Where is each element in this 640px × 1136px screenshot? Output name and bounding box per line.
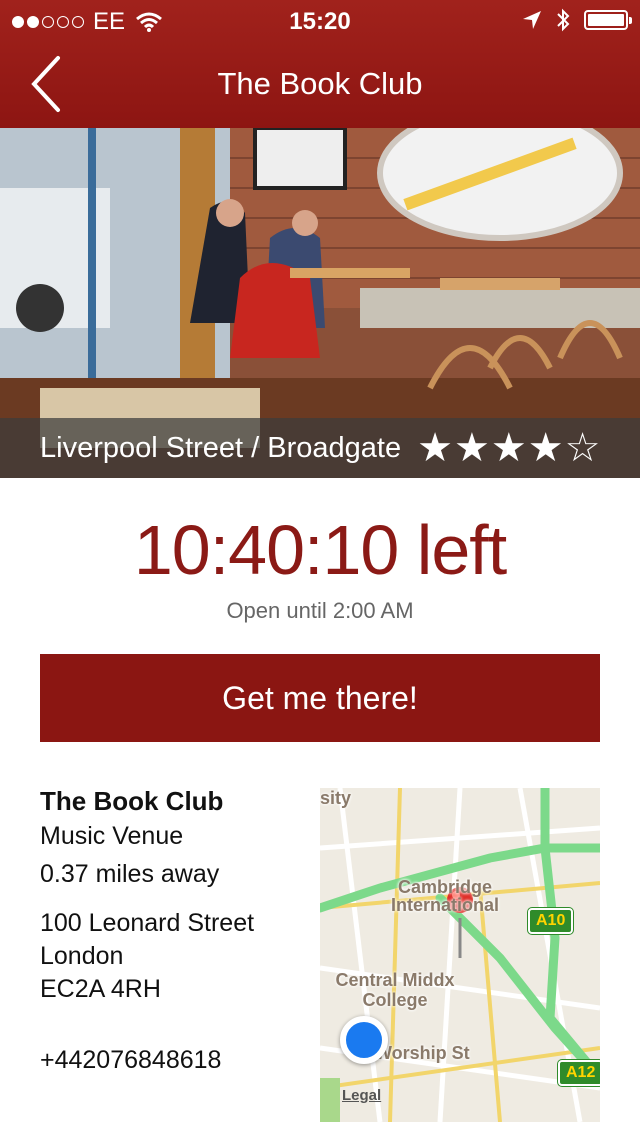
venue-map[interactable]: sity Cambridge International Central Mid… (320, 788, 600, 1122)
venue-area: Liverpool Street / Broadgate (40, 431, 402, 464)
address-line: 100 Leonard Street (40, 909, 255, 937)
status-right (522, 8, 632, 32)
map-label-sity: sity (320, 788, 352, 808)
bluetooth-icon (557, 8, 570, 32)
map-label-worship: Worship St (375, 1043, 470, 1063)
venue-name: The Book Club (40, 786, 224, 816)
map-label-cambridge: Cambridge International (390, 877, 499, 915)
user-location-dot (340, 1016, 388, 1064)
venue-info: The Book Club Music Venue 0.37 miles awa… (40, 785, 300, 1077)
address-line: London (40, 942, 124, 970)
rating-stars: ★ ★ ★ ★ ☆ (417, 425, 601, 471)
hero-caption-bar: Liverpool Street / Broadgate ★ ★ ★ ★ ☆ (0, 418, 640, 478)
star-filled-icon: ★ (527, 426, 565, 470)
star-filled-icon: ★ (490, 426, 528, 470)
venue-address: 100 Leonard Street London EC2A 4RH (40, 907, 300, 1006)
open-until: Open until 2:00 AM (226, 598, 414, 623)
get-me-there-button[interactable]: Get me there! (40, 654, 600, 742)
venue-phone-link[interactable]: +442076848618 (40, 1044, 300, 1077)
star-empty-icon: ☆ (564, 426, 602, 470)
page-title: The Book Club (217, 66, 423, 101)
address-line: EC2A 4RH (40, 975, 161, 1003)
venue-photo: Liverpool Street / Broadgate ★ ★ ★ ★ ☆ (0, 128, 640, 478)
star-filled-icon: ★ (453, 426, 491, 470)
battery-icon (584, 10, 632, 30)
location-arrow-icon (523, 11, 541, 29)
road-badge-a10: A10 (528, 908, 574, 934)
status-bar: EE 15:20 (0, 0, 640, 40)
star-filled-icon: ★ (417, 426, 454, 470)
venue-category: Music Venue (40, 822, 184, 850)
countdown-timer: 10:40:10 left (133, 511, 507, 589)
nav-bar: EE 15:20 The Book Club (0, 0, 640, 128)
map-legal-link[interactable]: Legal (342, 1087, 381, 1104)
map-label-central: Central Middx College (335, 970, 455, 1010)
venue-distance: 0.37 miles away (40, 860, 220, 888)
road-badge-a12: A12 (558, 1060, 600, 1086)
